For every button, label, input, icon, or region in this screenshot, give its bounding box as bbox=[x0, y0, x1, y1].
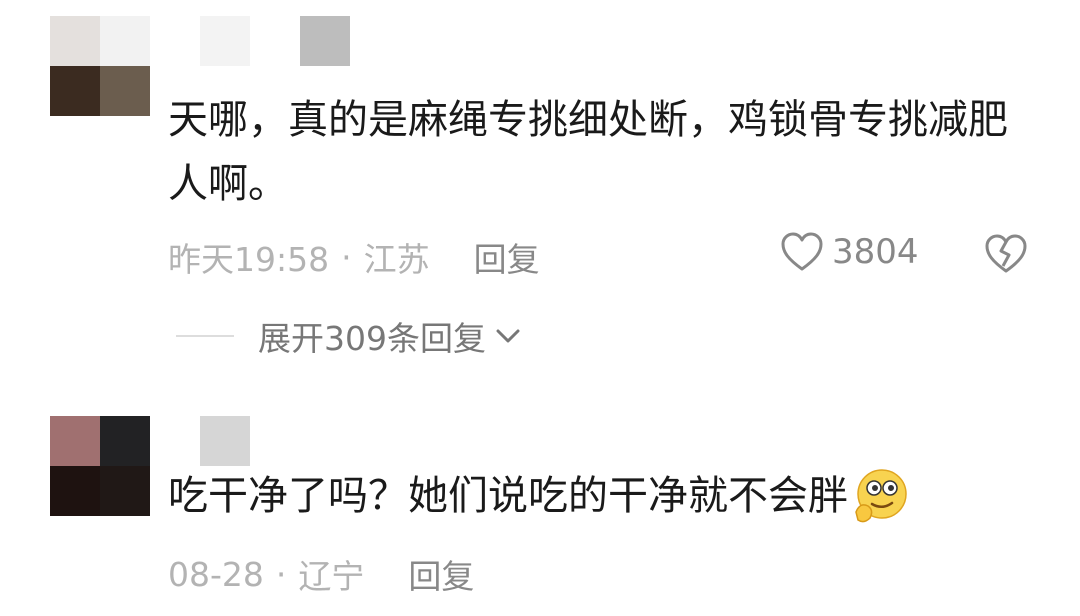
thinking-face-emoji-icon bbox=[855, 469, 907, 523]
comment-item: 吃干净了吗？她们说吃的干净就不会胖 08-28 · 辽宁 回复 bbox=[0, 400, 1080, 616]
comment-meta: 昨天19:58 · 江苏 回复 bbox=[168, 233, 540, 281]
chevron-down-icon bbox=[496, 329, 520, 343]
comment-location: 辽宁 bbox=[298, 557, 365, 596]
meta-separator: · bbox=[275, 554, 287, 594]
reply-button[interactable]: 回复 bbox=[408, 550, 474, 598]
comment-text-line: 吃干净了吗？她们说吃的干净就不会胖 bbox=[168, 473, 848, 519]
expand-replies-button[interactable]: 展开309条回复 bbox=[176, 312, 522, 360]
dislike-button[interactable] bbox=[984, 234, 1028, 278]
comment-item: 天哪，真的是麻绳专挑细处断，鸡锁骨专挑减肥 人啊。 昨天19:58 · 江苏 回… bbox=[0, 0, 1080, 400]
like-count: 3804 bbox=[832, 232, 919, 272]
comment-text-line: 天哪，真的是麻绳专挑细处断，鸡锁骨专挑减肥 bbox=[168, 97, 1008, 143]
comment-text-line: 人啊。 bbox=[168, 161, 288, 207]
username[interactable] bbox=[200, 16, 350, 66]
divider bbox=[176, 335, 234, 337]
heart-icon bbox=[781, 232, 823, 271]
comment-location: 江苏 bbox=[363, 240, 430, 279]
meta-separator: · bbox=[341, 237, 352, 277]
comment-time: 昨天19:58 bbox=[168, 240, 330, 279]
expand-replies-label: 展开309条回复 bbox=[258, 319, 486, 358]
comment-text: 吃干净了吗？她们说吃的干净就不会胖 bbox=[168, 464, 910, 528]
username[interactable] bbox=[200, 416, 300, 466]
comment-list: 天哪，真的是麻绳专挑细处断，鸡锁骨专挑减肥 人啊。 昨天19:58 · 江苏 回… bbox=[0, 0, 1080, 616]
comment-time: 08-28 bbox=[168, 554, 264, 594]
comment-meta: 08-28 · 辽宁 回复 bbox=[168, 550, 474, 598]
like-button[interactable]: 3804 bbox=[780, 232, 919, 272]
comment-text: 天哪，真的是麻绳专挑细处断，鸡锁骨专挑减肥 人啊。 bbox=[168, 88, 1008, 216]
reply-button[interactable]: 回复 bbox=[474, 233, 540, 281]
broken-heart-icon bbox=[985, 234, 1027, 273]
avatar[interactable] bbox=[50, 416, 150, 516]
avatar[interactable] bbox=[50, 16, 150, 116]
